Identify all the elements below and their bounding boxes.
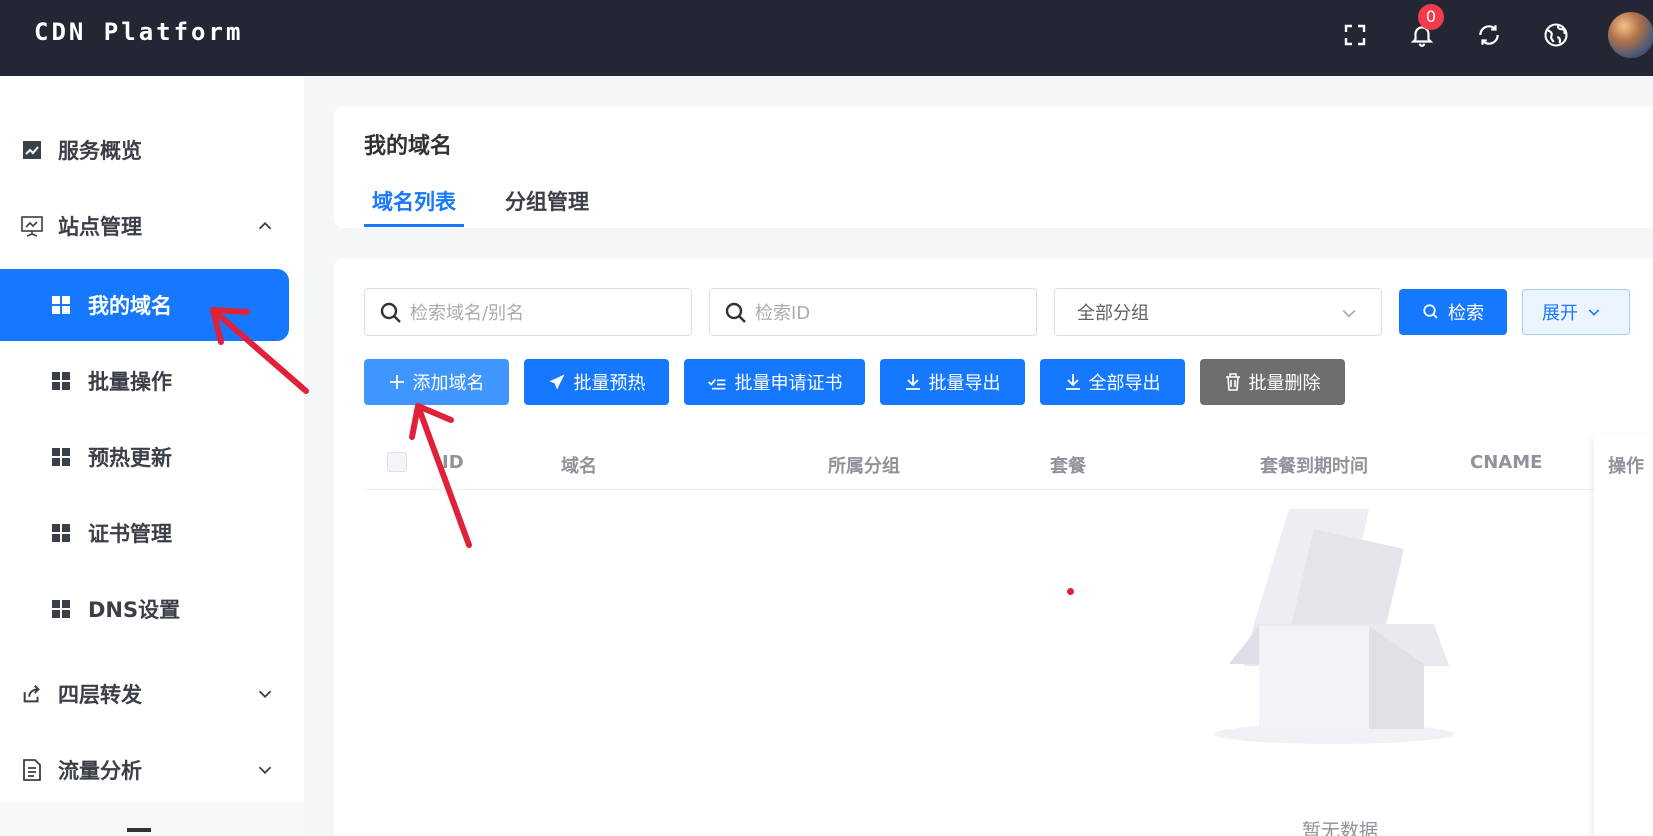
sidebar-item-label: DNS设置 (88, 598, 181, 622)
top-bar: CDN Platform 0 (0, 0, 1653, 76)
sidebar-item-batch-operations[interactable]: 批量操作 (0, 345, 289, 417)
sidebar-item-cert-management[interactable]: 证书管理 (0, 497, 289, 569)
group-select[interactable]: 全部分组 (1054, 288, 1382, 336)
annotation-dot (1067, 588, 1074, 595)
search-domain-input[interactable]: 检索域名/别名 (364, 288, 692, 336)
select-all-checkbox[interactable] (387, 452, 407, 472)
sidebar-item-label: 站点管理 (58, 215, 142, 239)
add-domain-label: 添加域名 (412, 373, 485, 394)
add-domain-button[interactable]: 添加域名 (364, 359, 509, 405)
search-icon (380, 302, 401, 323)
export-all-label: 全部导出 (1088, 373, 1161, 394)
group-select-value: 全部分组 (1077, 303, 1149, 324)
page-title: 我的域名 (364, 134, 453, 159)
sidebar-item-my-domains[interactable]: 我的域名 (0, 269, 289, 341)
sidebar-item-label: 我的域名 (88, 294, 172, 318)
chart-line-icon (20, 138, 44, 162)
download-icon (1065, 374, 1080, 390)
share-icon (20, 682, 44, 706)
avatar[interactable] (1608, 12, 1653, 58)
chevron-down-icon (258, 766, 272, 775)
expand-button-label: 展开 (1542, 303, 1578, 324)
globe-icon[interactable] (1539, 18, 1573, 52)
table-header: ID 域名 所属分组 套餐 套餐到期时间 CNAME (364, 434, 1653, 490)
batch-delete-button[interactable]: 批量删除 (1200, 359, 1345, 405)
empty-state-text: 暂无数据 (1302, 820, 1379, 836)
grid-icon (52, 372, 70, 390)
batch-export-label: 批量导出 (928, 373, 1001, 394)
sidebar-item-label: 四层转发 (58, 683, 142, 707)
batch-cert-button[interactable]: 批量申请证书 (684, 359, 865, 405)
batch-cert-label: 批量申请证书 (734, 373, 843, 394)
brand-logo[interactable]: CDN Platform (34, 18, 243, 46)
search-button[interactable]: 检索 (1399, 289, 1507, 335)
batch-preheat-button[interactable]: 批量预热 (524, 359, 669, 405)
batch-delete-label: 批量删除 (1248, 373, 1321, 394)
collapse-handle-icon (127, 828, 151, 832)
search-id-input[interactable]: 检索ID (709, 288, 1037, 336)
grid-icon (52, 524, 70, 542)
export-all-button[interactable]: 全部导出 (1040, 359, 1185, 405)
sidebar-collapse-bar[interactable] (0, 802, 304, 836)
search-icon (725, 302, 746, 323)
batch-preheat-label: 批量预热 (573, 373, 646, 394)
chevron-up-icon (258, 221, 272, 230)
refresh-icon[interactable] (1472, 18, 1506, 52)
expand-button[interactable]: 展开 (1522, 289, 1630, 335)
domain-list-card: 检索域名/别名 检索ID 全部分组 检索 展开 添加域名 批量预热 批量申请证书… (334, 258, 1653, 836)
monitor-icon (20, 214, 44, 238)
sidebar-item-site-management[interactable]: 站点管理 (0, 196, 304, 256)
sidebar-item-dns-settings[interactable]: DNS设置 (0, 573, 289, 645)
trash-icon (1225, 373, 1240, 391)
column-plan[interactable]: 套餐 (1050, 452, 1086, 478)
sidebar-item-label: 流量分析 (58, 759, 142, 783)
sidebar: 服务概览 站点管理 我的域名 批量操作 预热更新 证书管理 DNS设置 四层转发 (0, 76, 304, 836)
checklist-icon (707, 378, 725, 390)
notification-badge: 0 (1418, 4, 1444, 30)
send-icon (549, 374, 564, 390)
column-group[interactable]: 所属分组 (828, 452, 900, 478)
actions-column: 操作 (1594, 434, 1653, 836)
column-domain[interactable]: 域名 (561, 452, 597, 478)
plus-icon (389, 375, 404, 389)
sidebar-item-traffic-analysis[interactable]: 流量分析 (0, 740, 304, 800)
sidebar-item-label: 证书管理 (88, 522, 172, 546)
tab-group-management[interactable]: 分组管理 (505, 186, 589, 216)
chevron-down-icon (1588, 309, 1600, 316)
column-cname[interactable]: CNAME (1470, 452, 1542, 473)
download-icon (905, 374, 920, 390)
sidebar-item-label: 预热更新 (88, 446, 172, 470)
sidebar-item-label: 服务概览 (58, 139, 142, 163)
sidebar-item-overview[interactable]: 服务概览 (0, 120, 304, 180)
sidebar-item-label: 批量操作 (88, 370, 172, 394)
fullscreen-icon[interactable] (1338, 18, 1372, 52)
empty-box-icon (1214, 509, 1454, 744)
chevron-down-icon (258, 690, 272, 699)
document-icon (20, 758, 44, 782)
search-domain-placeholder: 检索域名/别名 (410, 303, 525, 324)
page-header-card: 我的域名 域名列表 分组管理 (334, 106, 1653, 228)
grid-icon (52, 600, 70, 618)
search-icon (1423, 304, 1438, 319)
sidebar-item-l4-forwarding[interactable]: 四层转发 (0, 664, 304, 724)
search-button-label: 检索 (1448, 303, 1484, 324)
column-plan-expiry[interactable]: 套餐到期时间 (1260, 452, 1368, 478)
search-id-placeholder: 检索ID (755, 303, 811, 324)
grid-icon (52, 448, 70, 466)
column-id[interactable]: ID (442, 452, 464, 473)
tab-domain-list[interactable]: 域名列表 (364, 186, 464, 227)
grid-icon (52, 296, 70, 314)
batch-export-button[interactable]: 批量导出 (880, 359, 1025, 405)
chevron-down-icon (1342, 309, 1356, 318)
sidebar-item-preheat-update[interactable]: 预热更新 (0, 421, 289, 493)
column-actions: 操作 (1608, 456, 1644, 477)
